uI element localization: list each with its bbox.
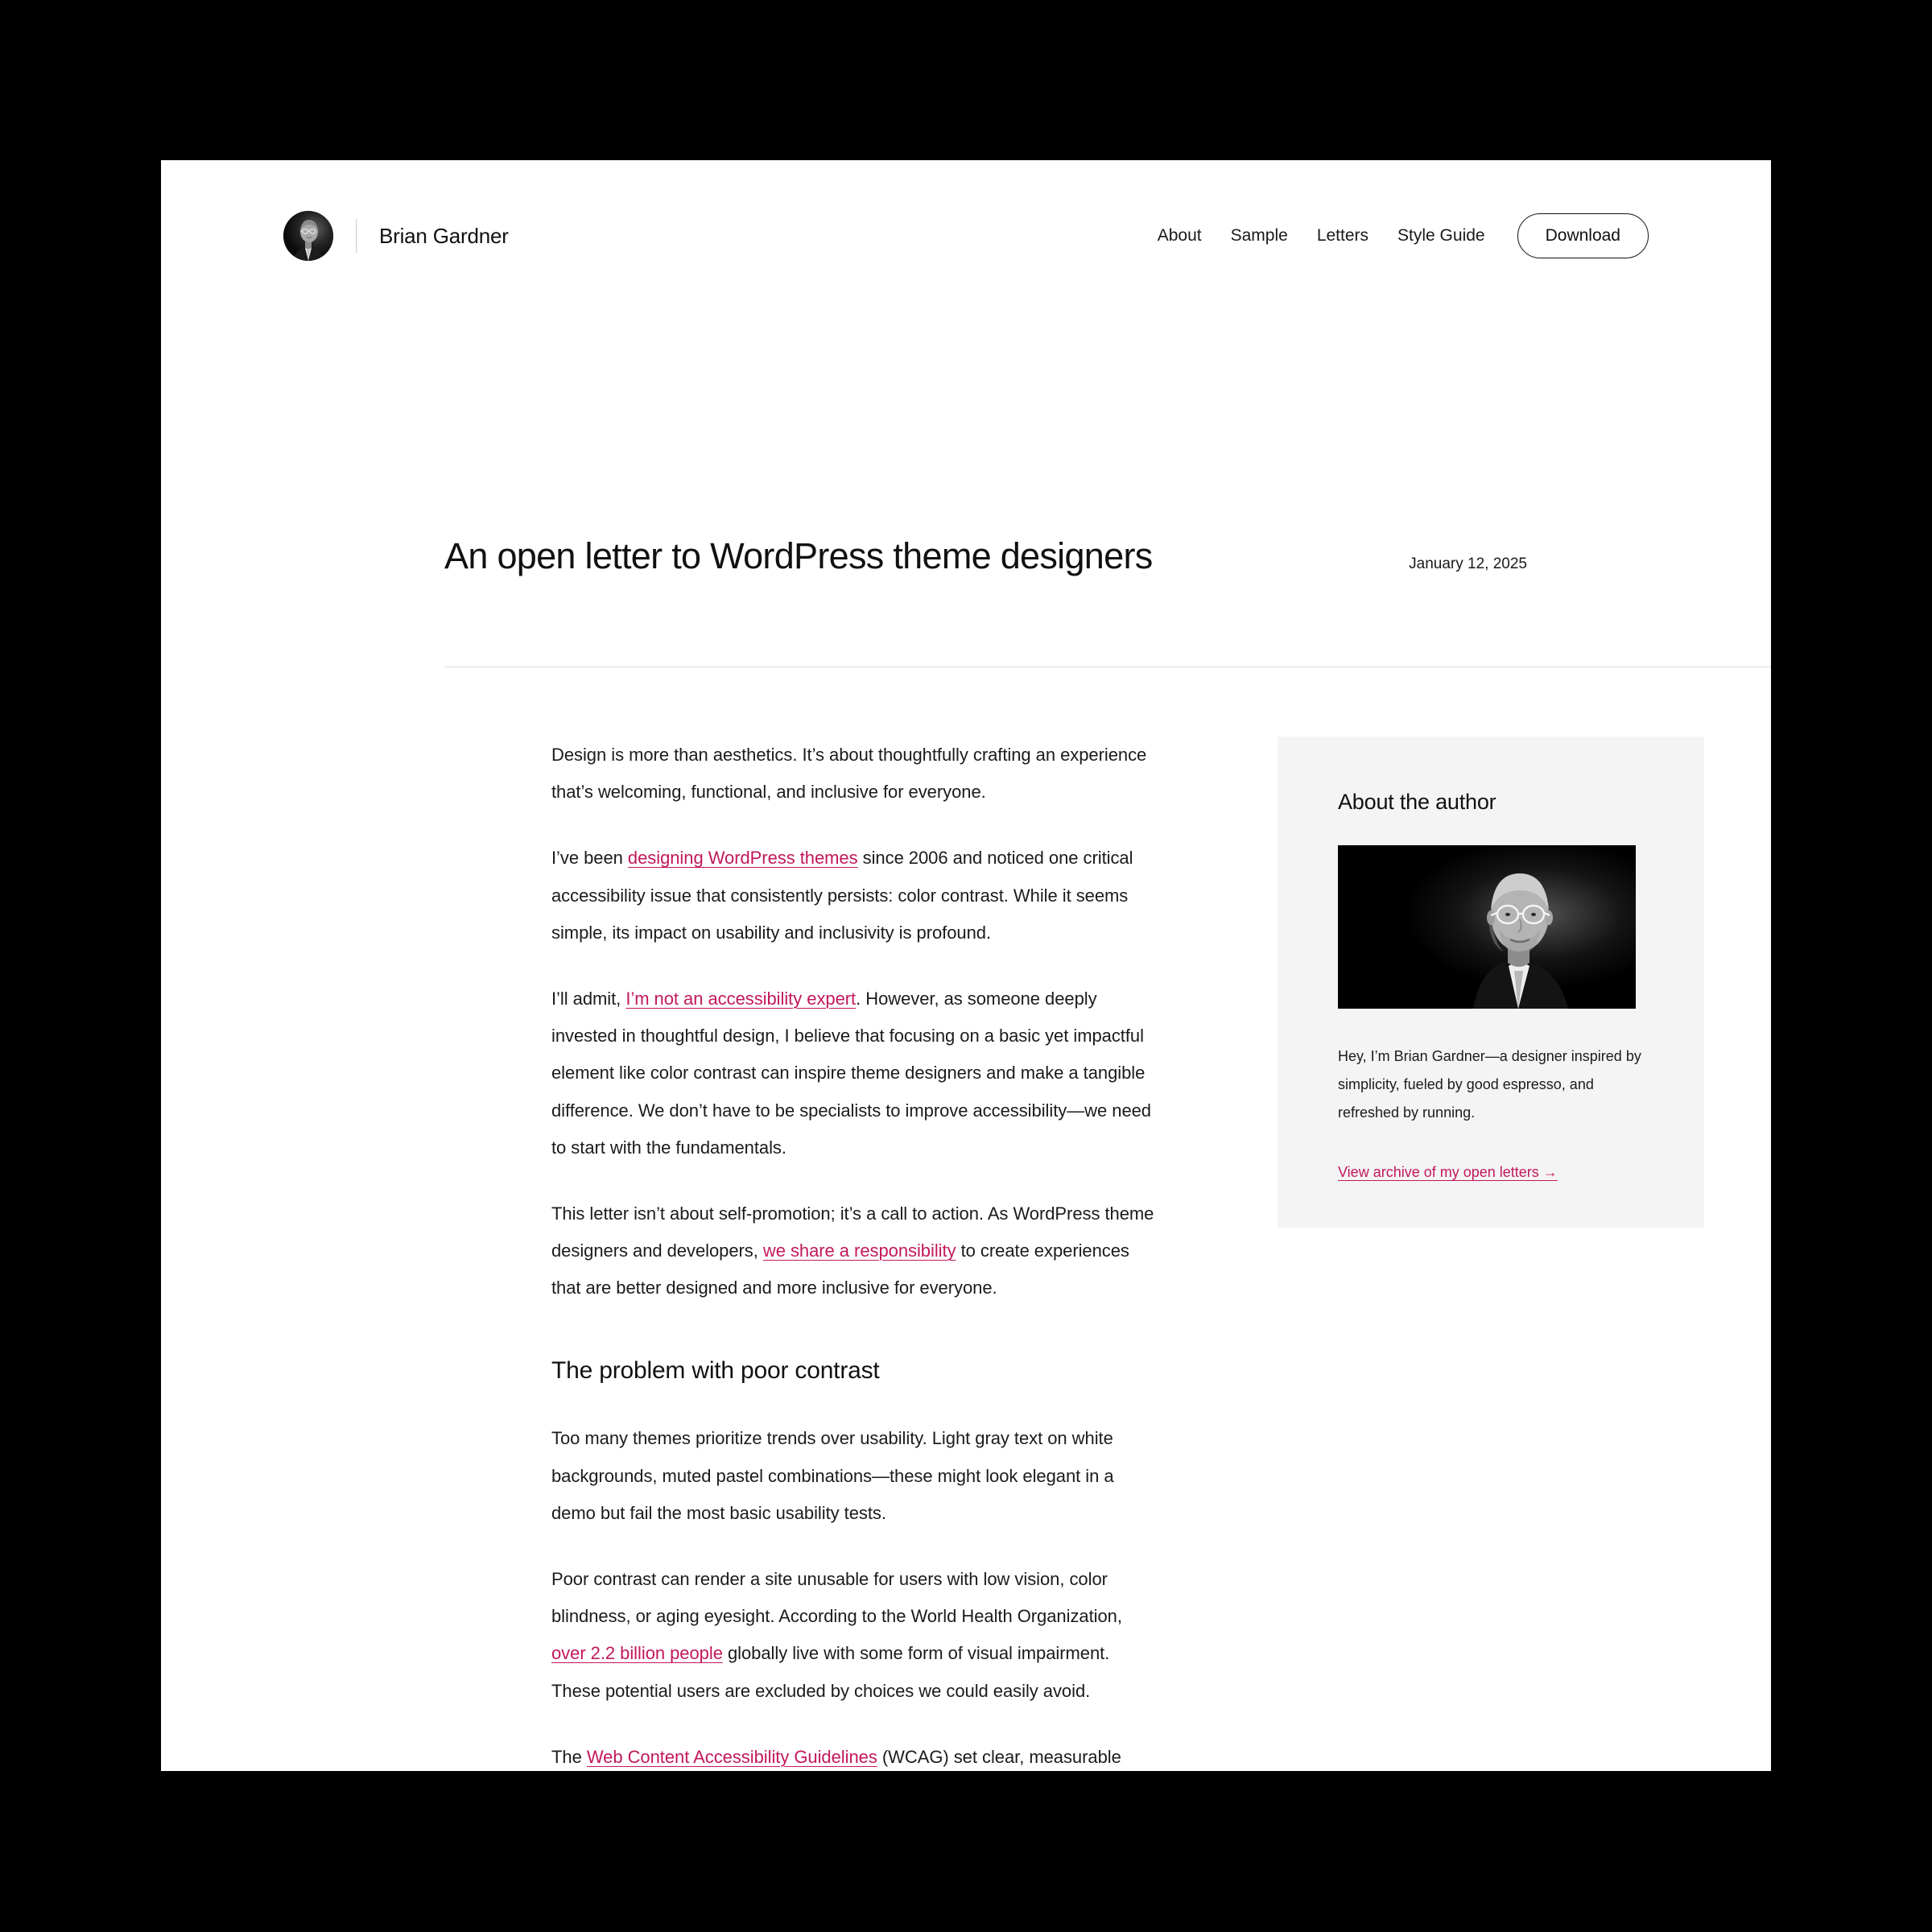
paragraph-3-after: . However, as someone deeply invested in… xyxy=(551,988,1151,1158)
nav-item-sample[interactable]: Sample xyxy=(1216,226,1302,246)
brand-divider xyxy=(356,219,357,253)
author-avatar-photo-icon xyxy=(283,211,333,261)
view-archive-link[interactable]: View archive of my open letters → xyxy=(1338,1164,1558,1181)
entry-header: An open letter to WordPress theme design… xyxy=(444,535,1527,578)
about-the-author-title: About the author xyxy=(1338,790,1496,814)
section-heading-poor-contrast: The problem with poor contrast xyxy=(551,1357,880,1385)
paragraph-1: Design is more than aesthetics. It’s abo… xyxy=(551,737,1157,811)
link-web-content-accessibility-guidelines[interactable]: Web Content Accessibility Guidelines xyxy=(587,1747,877,1767)
sidebar: About the author Hey, I’m Brian Gardner—… xyxy=(1278,737,1704,1228)
entry-date: January 12, 2025 xyxy=(1409,555,1527,572)
article-body: Design is more than aesthetics. It’s abo… xyxy=(444,737,1173,1771)
link-we-share-a-responsibility[interactable]: we share a responsibility xyxy=(763,1241,956,1261)
paragraph-1-text: Design is more than aesthetics. It’s abo… xyxy=(551,745,1147,803)
brand[interactable]: Brian Gardner xyxy=(283,211,509,261)
page-title: An open letter to WordPress theme design… xyxy=(444,535,1153,576)
screenshot-stage: Brian Gardner About Sample Letters Style… xyxy=(0,0,1932,1932)
paragraph-7-before: The xyxy=(551,1746,587,1767)
link-not-an-accessibility-expert[interactable]: I’m not an accessibility expert xyxy=(625,989,856,1009)
paragraph-5: Too many themes prioritize trends over u… xyxy=(551,1420,1157,1532)
paragraph-3-before: I’ll admit, xyxy=(551,988,626,1009)
link-designing-wordpress-themes[interactable]: designing WordPress themes xyxy=(628,848,858,868)
paragraph-7: The Web Content Accessibility Guidelines… xyxy=(551,1739,1157,1771)
paragraph-2: I’ve been designing WordPress themes sin… xyxy=(551,840,1157,952)
paragraph-4: This letter isn’t about self-promotion; … xyxy=(551,1195,1157,1307)
paragraph-3: I’ll admit, I’m not an accessibility exp… xyxy=(551,980,1157,1166)
author-portrait-photo-icon xyxy=(1338,845,1636,1009)
paragraph-6: Poor contrast can render a site unusable… xyxy=(551,1561,1157,1710)
nav-item-about[interactable]: About xyxy=(1143,226,1216,246)
paragraph-5-text: Too many themes prioritize trends over u… xyxy=(551,1428,1114,1523)
site-page: Brian Gardner About Sample Letters Style… xyxy=(161,160,1771,1771)
author-bio: Hey, I’m Brian Gardner—a designer inspir… xyxy=(1338,1048,1641,1121)
download-button[interactable]: Download xyxy=(1517,213,1649,258)
link-over-2-2-billion-people[interactable]: over 2.2 billion people xyxy=(551,1643,723,1663)
content-area: Design is more than aesthetics. It’s abo… xyxy=(444,737,1771,1771)
site-header: Brian Gardner About Sample Letters Style… xyxy=(283,208,1649,264)
nav-item-letters[interactable]: Letters xyxy=(1302,226,1383,246)
main-nav: About Sample Letters Style Guide Downloa… xyxy=(1143,213,1649,258)
about-the-author-card: About the author Hey, I’m Brian Gardner—… xyxy=(1278,737,1704,1228)
nav-item-style-guide[interactable]: Style Guide xyxy=(1383,226,1500,246)
brand-name: Brian Gardner xyxy=(379,223,509,248)
paragraph-2-before: I’ve been xyxy=(551,848,628,869)
paragraph-6-before: Poor contrast can render a site unusable… xyxy=(551,1569,1122,1627)
